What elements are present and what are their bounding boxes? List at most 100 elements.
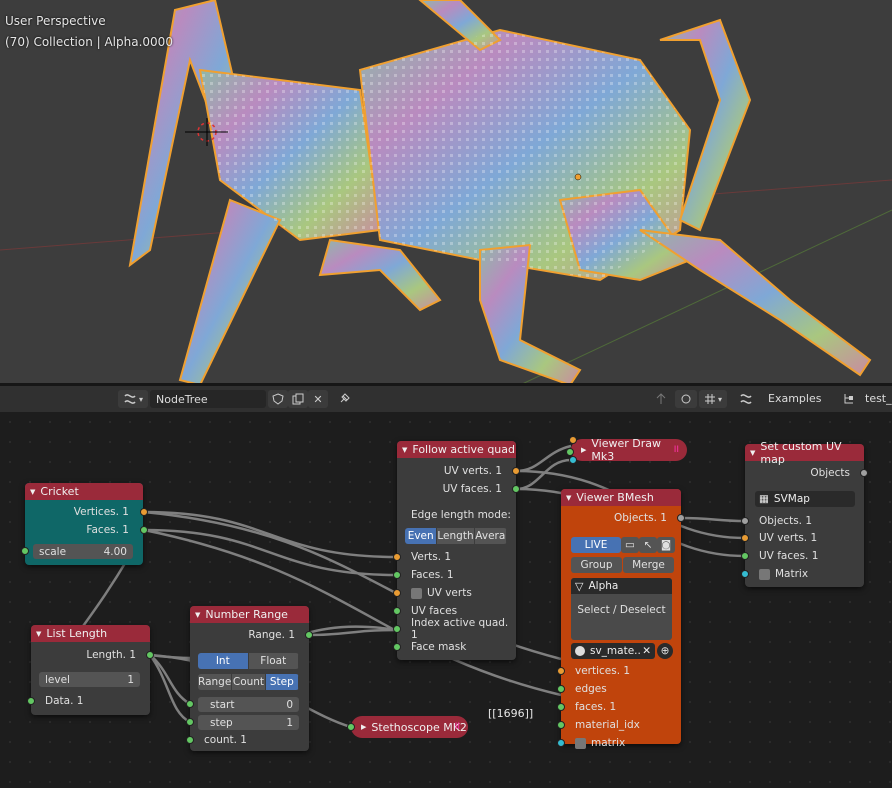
socket-uv-verts-out[interactable]	[512, 467, 520, 475]
socket-vertices-out[interactable]	[140, 508, 148, 516]
socket-count-in[interactable]	[186, 736, 194, 744]
length-option[interactable]: Length	[437, 528, 475, 544]
add-material-icon[interactable]: ⊕	[657, 643, 673, 659]
collapse-triangle-icon[interactable]: ▼	[566, 494, 571, 502]
int-option[interactable]: Int	[198, 653, 249, 669]
expand-triangle-icon[interactable]: ▶	[581, 446, 586, 454]
tree-hierarchy-icon[interactable]	[838, 390, 860, 408]
live-toggle[interactable]: LIVE	[571, 537, 621, 553]
socket-objects-out[interactable]	[860, 469, 868, 477]
socket-uv-faces-in[interactable]	[393, 607, 401, 615]
socket-viewer-draw-verts[interactable]	[569, 436, 577, 444]
socket-uv-verts-in[interactable]	[741, 534, 749, 542]
collapse-triangle-icon[interactable]: ▼	[36, 630, 41, 638]
range-mode-toggle[interactable]: Range Count Step	[198, 674, 299, 690]
socket-vertices-in[interactable]	[557, 667, 565, 675]
float-option[interactable]: Float	[248, 653, 299, 669]
socket-faces-in[interactable]	[557, 703, 565, 711]
list-length-node[interactable]: ▼ List Length Length. 1 level 1 Data. 1	[27, 625, 154, 715]
follow-active-quad-node[interactable]: ▼ Follow active quad UV verts. 1 UV faces…	[393, 441, 520, 660]
uv-map-name-field[interactable]: ▦ SVMap	[755, 491, 855, 507]
collapse-triangle-icon[interactable]: ▼	[750, 449, 755, 457]
viewer-bmesh-node[interactable]: ▼ Viewer BMesh Objects. 1 LIVE ▭ ↖ ◙ Grou…	[557, 489, 685, 749]
even-option[interactable]: Even	[405, 528, 438, 544]
pause-icon[interactable]: II	[674, 445, 679, 455]
socket-face-mask-in[interactable]	[393, 643, 401, 651]
socket-step-in[interactable]	[186, 718, 194, 726]
socket-matrix-in[interactable]	[557, 739, 565, 747]
socket-data-in[interactable]	[27, 697, 35, 705]
clear-material-icon[interactable]: ✕	[642, 645, 651, 657]
stethoscope-mk2-node[interactable]: ▶ Stethoscope MK2 II	[351, 716, 468, 738]
scale-field[interactable]: scale 4.00	[33, 544, 133, 559]
socket-matrix-in[interactable]	[741, 570, 749, 578]
collapse-triangle-icon[interactable]: ▼	[402, 446, 407, 454]
3d-viewport[interactable]: User Perspective (70) Collection | Alpha…	[0, 0, 892, 385]
unlink-close-icon[interactable]: ✕	[308, 390, 328, 408]
node-editor-canvas[interactable]: ▼ Cricket Vertices. 1 Faces. 1 scale 4.00…	[0, 412, 892, 788]
trailing-tree-label[interactable]: test_	[865, 392, 892, 405]
socket-faces-out[interactable]	[140, 526, 148, 534]
number-range-node-header[interactable]: ▼ Number Range	[190, 606, 309, 623]
cricket-node-header[interactable]: ▼ Cricket	[25, 483, 143, 500]
follow-active-quad-node-header[interactable]: ▼ Follow active quad	[397, 441, 516, 458]
socket-range-out[interactable]	[305, 631, 313, 639]
step-field[interactable]: step 1	[198, 715, 299, 730]
object-name: Alpha	[588, 580, 619, 592]
socket-uv-faces-in[interactable]	[741, 552, 749, 560]
examples-menu[interactable]: Examples	[768, 392, 821, 405]
socket-edges-in[interactable]	[557, 685, 565, 693]
set-custom-uv-map-node[interactable]: ▼ Set custom UV map Objects ▦ SVMap Objec…	[741, 440, 868, 587]
render-camera-icon[interactable]: ◙	[657, 537, 675, 553]
merge-button[interactable]: Merge	[623, 557, 674, 573]
socket-stethoscope-in[interactable]	[347, 723, 355, 731]
select-arrow-icon[interactable]: ↖	[639, 537, 657, 553]
node-tree-name-field[interactable]: NodeTree	[150, 390, 266, 408]
select-deselect-button[interactable]: Select / Deselect	[571, 602, 672, 618]
socket-objects-in[interactable]	[741, 517, 749, 525]
set-custom-uv-map-node-header[interactable]: ▼ Set custom UV map	[745, 440, 864, 466]
material-field[interactable]: sv_mate.. ✕	[571, 643, 655, 659]
fake-user-shield-icon[interactable]	[268, 390, 288, 408]
socket-viewer-draw-faces[interactable]	[566, 448, 574, 456]
output-uv-faces: UV faces. 1	[442, 483, 502, 495]
pause-icon[interactable]: II	[455, 722, 460, 732]
socket-material-idx-in[interactable]	[557, 721, 565, 729]
editor-type-dropdown[interactable]: ▾	[118, 390, 148, 408]
snap-toggle-icon[interactable]	[675, 390, 697, 408]
socket-uv-verts-in[interactable]	[393, 589, 401, 597]
pin-icon[interactable]	[333, 390, 355, 408]
parent-node-tree-icon[interactable]	[650, 390, 672, 408]
socket-viewer-draw-matrix[interactable]	[569, 456, 577, 464]
socket-length-out[interactable]	[146, 651, 154, 659]
number-range-node[interactable]: ▼ Number Range Range. 1 Int Float Range C…	[186, 606, 313, 751]
range-mode-option[interactable]: Range	[198, 674, 233, 690]
hide-viewport-icon[interactable]: ▭	[621, 537, 639, 553]
object-name-row[interactable]: ▽ Alpha	[571, 578, 672, 594]
average-option[interactable]: Avera	[474, 528, 507, 544]
edge-length-mode-toggle[interactable]: Even Length Avera	[405, 528, 507, 544]
step-mode-option[interactable]: Step	[265, 674, 299, 690]
socket-uv-faces-out[interactable]	[512, 485, 520, 493]
expand-triangle-icon[interactable]: ▶	[361, 723, 366, 731]
list-length-node-header[interactable]: ▼ List Length	[31, 625, 150, 642]
socket-faces-in[interactable]	[393, 571, 401, 579]
int-float-toggle[interactable]: Int Float	[198, 653, 299, 669]
new-tree-copy-icon[interactable]	[288, 390, 308, 408]
collapse-triangle-icon[interactable]: ▼	[30, 488, 35, 496]
viewer-bmesh-node-header[interactable]: ▼ Viewer BMesh	[561, 489, 681, 506]
cricket-node[interactable]: ▼ Cricket Vertices. 1 Faces. 1 scale 4.00	[21, 483, 148, 565]
collapse-triangle-icon[interactable]: ▼	[195, 611, 200, 619]
start-field[interactable]: start 0	[198, 697, 299, 712]
count-mode-option[interactable]: Count	[232, 674, 266, 690]
socket-scale-in[interactable]	[21, 547, 29, 555]
group-button[interactable]: Group	[571, 557, 622, 573]
socket-verts-in[interactable]	[393, 553, 401, 561]
level-field[interactable]: level 1	[39, 672, 140, 687]
socket-index-active-in[interactable]	[393, 625, 401, 633]
snap-element-dropdown[interactable]: ▾	[699, 390, 727, 408]
socket-start-in[interactable]	[186, 700, 194, 708]
sverchok-menu-icon[interactable]	[735, 390, 757, 408]
viewer-draw-mk3-node[interactable]: ▶ Viewer Draw Mk3 II	[571, 437, 687, 463]
socket-objects-out[interactable]	[677, 514, 685, 522]
